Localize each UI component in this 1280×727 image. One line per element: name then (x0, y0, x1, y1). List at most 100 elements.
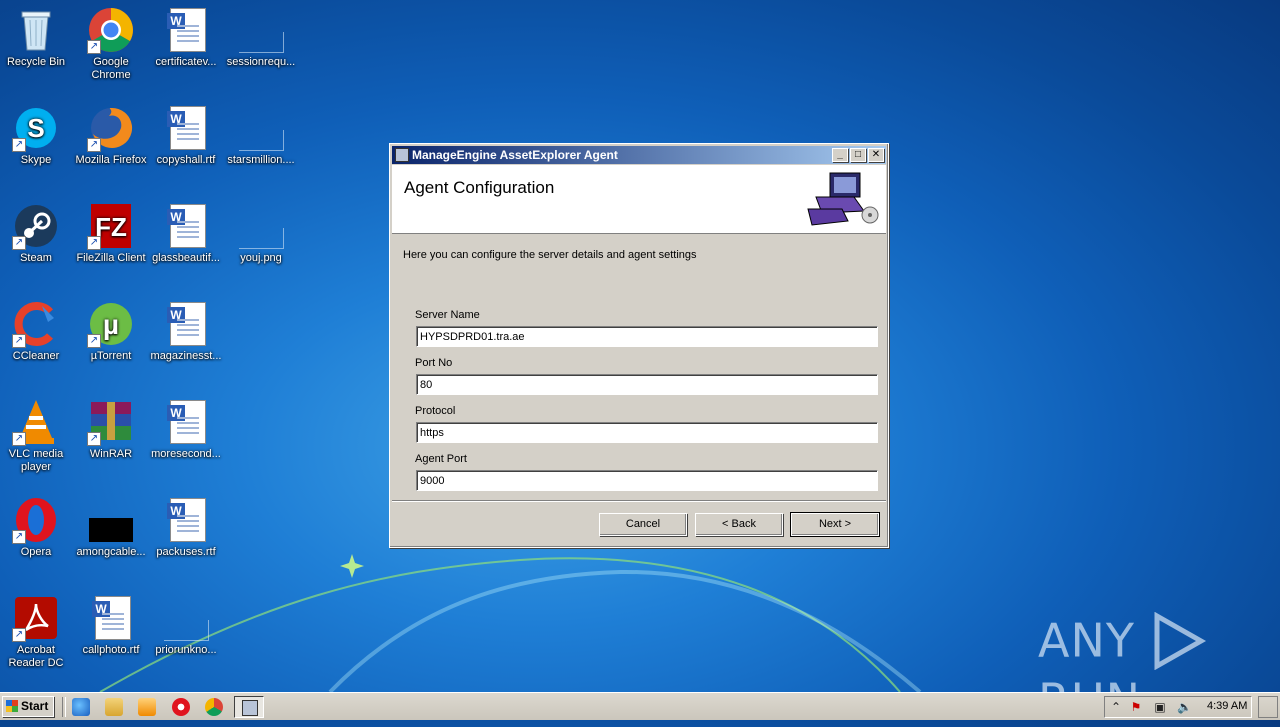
blank-file-icon (162, 594, 210, 642)
shortcut-arrow-icon: ↗ (87, 236, 101, 250)
desktop-icon-skype[interactable]: S ↗ Skype (0, 104, 74, 167)
show-hidden-icons-icon[interactable]: ⌃ (1109, 700, 1123, 714)
desktop-icon-label: VLC media player (8, 448, 64, 473)
desktop-icon-filezilla[interactable]: FZ ↗ FileZilla Client (73, 202, 149, 265)
desktop-icon-copyshall[interactable]: W copyshall.rtf (148, 104, 224, 167)
minimize-button[interactable]: _ (832, 148, 848, 162)
desktop-icon-label: packuses.rtf (156, 546, 216, 558)
dialog-header-panel: Agent Configuration (392, 165, 886, 234)
desktop-icon-amongcable[interactable]: amongcable... (73, 496, 149, 559)
desktop-icon-opera[interactable]: ↗ Opera (0, 496, 74, 559)
desktop-icon-chrome[interactable]: ↗ Google Chrome (73, 6, 149, 82)
button-divider (392, 500, 886, 502)
desktop-icon-label: certificatev... (155, 56, 217, 68)
recycle-bin-icon (12, 6, 60, 54)
desktop-icon-utorrent[interactable]: µ ↗ µTorrent (73, 300, 149, 363)
agent-port-label: Agent Port (415, 453, 467, 465)
cancel-button[interactable]: Cancel (599, 513, 687, 536)
word-document-icon: W (162, 300, 210, 348)
desktop-icon-label: moresecond... (151, 448, 221, 460)
desktop-icon-certificatev[interactable]: W certificatev... (148, 6, 224, 69)
start-label: Start (21, 699, 49, 713)
network-icon[interactable]: ▣ (1153, 700, 1167, 714)
protocol-input[interactable] (416, 422, 878, 443)
desktop-icon-magazinesst[interactable]: W magazinesst... (148, 300, 224, 363)
blank-file-icon (237, 6, 285, 54)
installer-icon (395, 148, 409, 162)
chrome-icon[interactable] (205, 698, 223, 716)
steam-icon: ↗ (12, 202, 60, 250)
desktop-icon-youj[interactable]: youj.png (223, 202, 299, 265)
ccleaner-icon: ↗ (12, 300, 60, 348)
port-no-input[interactable] (416, 374, 878, 395)
desktop-icon-label: Skype (20, 154, 52, 166)
word-document-icon: W (162, 202, 210, 250)
desktop-icon-recycle-bin[interactable]: Recycle Bin (0, 6, 74, 69)
desktop-icon-label: Google Chrome (91, 56, 131, 81)
media-player-icon[interactable] (138, 698, 156, 716)
desktop-icon-glassbeautif[interactable]: W glassbeautif... (148, 202, 224, 265)
desktop-icon-ccleaner[interactable]: ↗ CCleaner (0, 300, 74, 363)
shortcut-arrow-icon: ↗ (87, 138, 101, 152)
word-document-icon: W (162, 104, 210, 152)
blank-file-icon (237, 104, 285, 152)
desktop-icon-acrobat[interactable]: ↗ Acrobat Reader DC (0, 594, 74, 670)
next-button[interactable]: Next > (790, 512, 880, 537)
skype-icon: S ↗ (12, 104, 60, 152)
desktop-icon-packuses[interactable]: W packuses.rtf (148, 496, 224, 559)
word-document-icon: W (162, 398, 210, 446)
back-button[interactable]: < Back (695, 513, 783, 536)
desktop-icon-label: callphoto.rtf (82, 644, 140, 656)
desktop-icon-vlc[interactable]: ↗ VLC media player (0, 398, 74, 474)
winrar-icon: ↗ (87, 398, 135, 446)
shortcut-arrow-icon: ↗ (87, 334, 101, 348)
word-document-icon: W (87, 594, 135, 642)
utorrent-icon: µ ↗ (87, 300, 135, 348)
server-name-label: Server Name (415, 309, 480, 321)
desktop-icon-sessionrequ[interactable]: sessionrequ... (223, 6, 299, 69)
desktop-icon-winrar[interactable]: ↗ WinRAR (73, 398, 149, 461)
taskbar-item-agent-installer[interactable] (234, 696, 264, 718)
opera-icon[interactable] (172, 698, 190, 716)
shortcut-arrow-icon: ↗ (87, 432, 101, 446)
ie-icon[interactable] (72, 698, 90, 716)
desktop-icon-label: amongcable... (76, 546, 146, 558)
desktop-icon-starsmillion[interactable]: starsmillion.... (223, 104, 299, 167)
clock[interactable]: 4:39 AM (1207, 700, 1247, 712)
agent-port-input[interactable] (416, 470, 878, 491)
desktop-icon-label: sessionrequ... (226, 56, 296, 68)
desktop-icon-label: priorunkno... (155, 644, 217, 656)
server-name-input[interactable] (416, 326, 878, 347)
dialog-title: ManageEngine AssetExplorer Agent (412, 148, 618, 162)
computer-graphic-icon (807, 172, 879, 226)
explorer-icon[interactable] (105, 698, 123, 716)
show-desktop-button[interactable] (1258, 696, 1278, 718)
svg-text:µ: µ (103, 309, 119, 340)
watermark-left: ANY (1038, 613, 1135, 668)
chrome-icon: ↗ (87, 6, 135, 54)
close-button[interactable]: ✕ (868, 148, 884, 162)
desktop-icon-label: magazinesst... (150, 350, 222, 362)
black-image-icon (87, 496, 135, 544)
port-no-label: Port No (415, 357, 453, 369)
dialog-titlebar[interactable]: ManageEngine AssetExplorer Agent _ □ ✕ (392, 146, 886, 164)
maximize-button[interactable]: □ (850, 148, 866, 162)
start-button[interactable]: Start (2, 696, 54, 717)
desktop-icon-firefox[interactable]: ↗ Mozilla Firefox (73, 104, 149, 167)
desktop-icon-steam[interactable]: ↗ Steam (0, 202, 74, 265)
volume-icon[interactable]: 🔈 (1177, 700, 1192, 714)
desktop-icon-label: Acrobat Reader DC (8, 644, 64, 669)
desktop-icon-label: youj.png (240, 252, 282, 264)
desktop-icon-priorunkno[interactable]: priorunkno... (148, 594, 224, 657)
desktop-icon-callphoto[interactable]: W callphoto.rtf (73, 594, 149, 657)
desktop-icon-moresecond[interactable]: W moresecond... (148, 398, 224, 461)
anyrun-watermark: ANY RUN (1038, 610, 1280, 727)
desktop-icon-label: Recycle Bin (6, 56, 66, 68)
svg-text:S: S (27, 113, 44, 143)
shortcut-arrow-icon: ↗ (12, 628, 26, 642)
desktop-icon-label: Mozilla Firefox (75, 154, 147, 166)
network-warning-icon[interactable]: ⚑ (1129, 700, 1143, 714)
desktop-icon-label: Opera (20, 546, 52, 558)
acrobat-icon: ↗ (12, 594, 60, 642)
shortcut-arrow-icon: ↗ (87, 40, 101, 54)
